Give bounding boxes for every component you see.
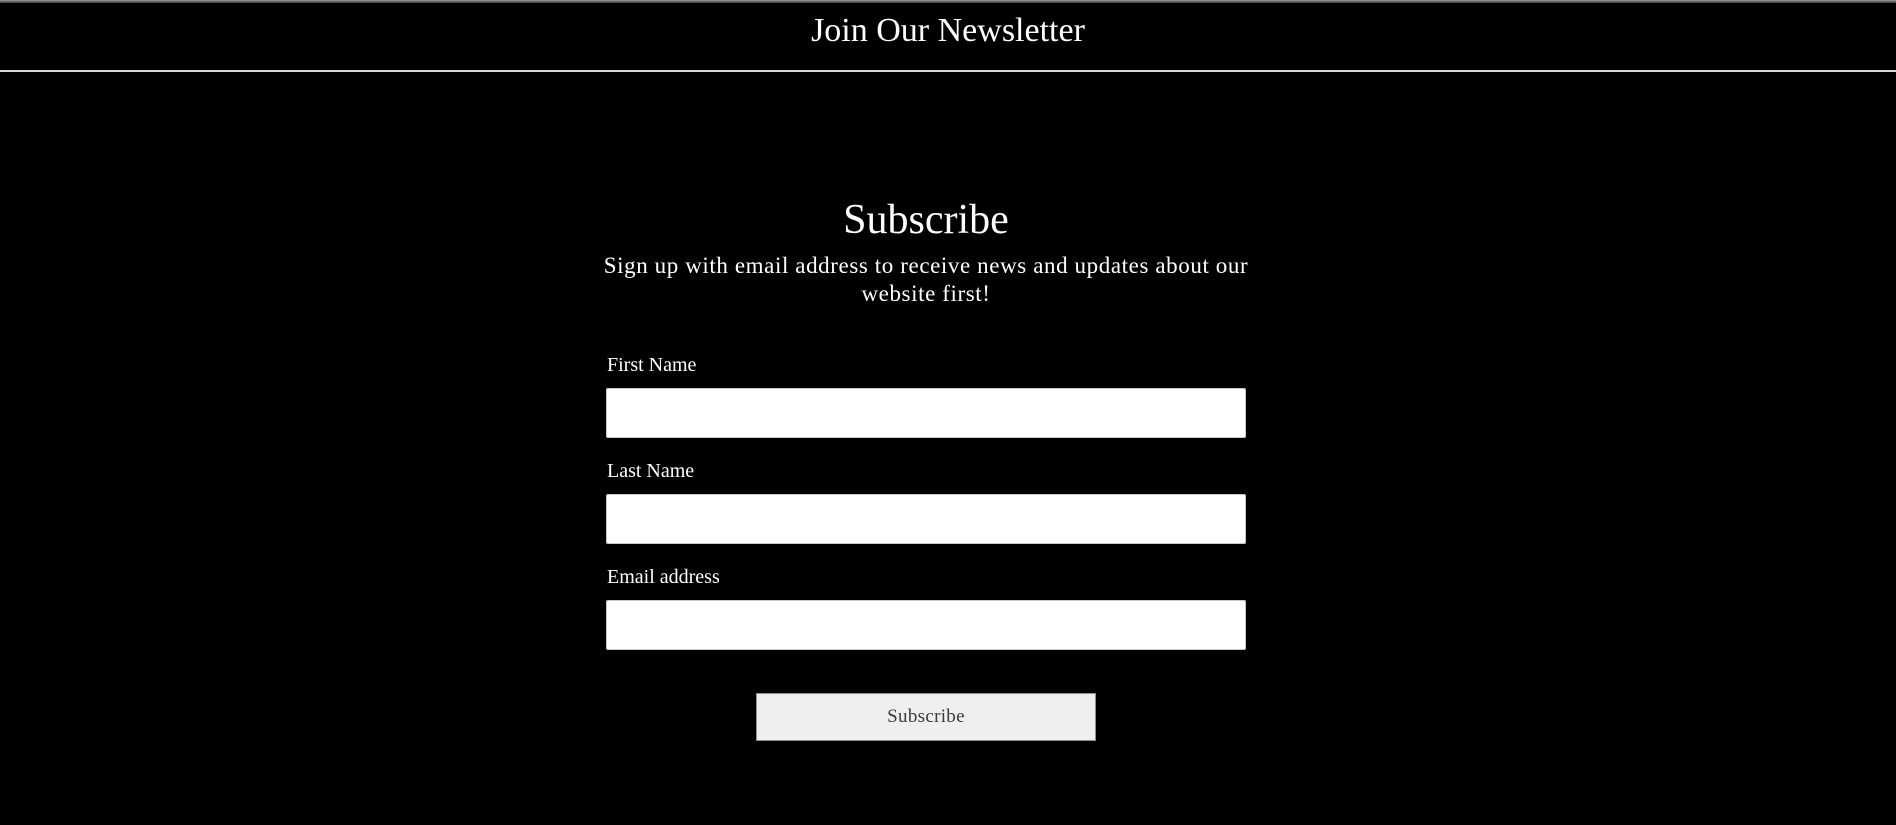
subscribe-description: Sign up with email address to receive ne… [603, 253, 1249, 306]
first-name-input[interactable] [606, 388, 1246, 438]
subscribe-heading: Subscribe [843, 197, 1009, 243]
page-header: Join Our Newsletter [0, 3, 1896, 72]
page-title: Join Our Newsletter [811, 12, 1085, 49]
subscribe-button[interactable]: Subscribe [756, 693, 1096, 741]
email-address-input[interactable] [606, 600, 1246, 650]
last-name-label: Last Name [607, 460, 695, 482]
last-name-input[interactable] [606, 494, 1246, 544]
subscribe-panel: Subscribe Sign up with email address to … [580, 190, 1272, 308]
first-name-label: First Name [607, 354, 697, 376]
email-address-label: Email address [607, 566, 720, 588]
